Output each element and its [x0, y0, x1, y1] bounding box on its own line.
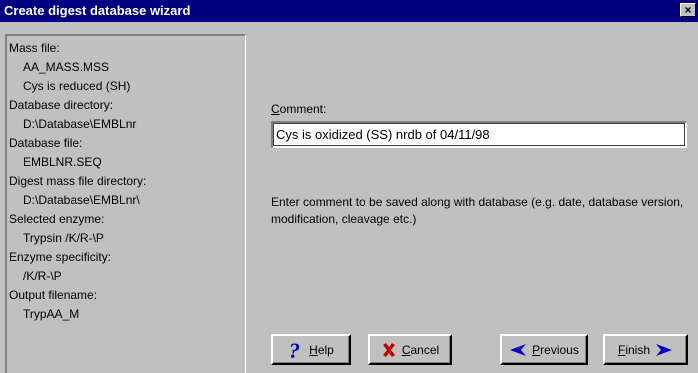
summary-value: EMBLNR.SEQ: [23, 155, 102, 169]
previous-button[interactable]: Previous: [500, 334, 588, 365]
summary-label: Output filename:: [9, 288, 98, 302]
summary-label: Mass file:: [9, 41, 60, 55]
summary-label: Digest mass file directory:: [9, 174, 147, 188]
summary-label: Enzyme specificity:: [9, 250, 112, 264]
cancel-x-icon: [382, 342, 395, 357]
summary-value: D:\Database\EMBLnr\: [23, 193, 140, 207]
cancel-button[interactable]: Cancel: [368, 334, 452, 365]
title-bar[interactable]: Create digest database wizard ×: [0, 0, 698, 22]
summary-value: Cys is reduced (SH): [23, 79, 131, 93]
comment-page: Comment: Cys is oxidized (SS) nrdb of 04…: [246, 34, 698, 373]
finish-button[interactable]: Finish: [603, 334, 688, 365]
summary-label: Database directory:: [9, 98, 114, 112]
arrow-left-icon: [510, 343, 527, 356]
comment-label-text: omment:: [279, 102, 327, 116]
close-icon: ×: [684, 3, 692, 17]
comment-label: Comment:: [271, 102, 326, 116]
summary-value: D:\Database\EMBLnr: [23, 117, 137, 131]
help-label: Help: [309, 342, 334, 357]
comment-hint: Enter comment to be saved along with dat…: [271, 195, 684, 226]
close-button[interactable]: ×: [680, 3, 696, 17]
finish-label: Finish: [617, 342, 651, 357]
summary-value: /K/R-\P: [23, 269, 62, 283]
previous-label: Previous: [532, 342, 579, 357]
svg-text:?: ?: [289, 340, 300, 360]
arrow-right-icon: [656, 343, 673, 356]
help-button[interactable]: ? Help: [271, 334, 351, 365]
wizard-window: Create digest database wizard × Mass fil…: [0, 0, 698, 373]
cancel-label: Cancel: [401, 342, 440, 357]
summary-value: Trypsin /K/R-\P: [23, 231, 104, 245]
summary-label: Selected enzyme:: [9, 212, 105, 226]
summary-value: TrypAA_M: [23, 307, 80, 321]
window-title: Create digest database wizard: [4, 3, 191, 18]
summary-value: AA_MASS.MSS: [23, 60, 110, 74]
help-icon: ?: [289, 340, 300, 360]
summary-label: Database file:: [9, 136, 83, 150]
comment-label-accelerator: C: [271, 102, 280, 116]
comment-input[interactable]: Cys is oxidized (SS) nrdb of 04/11/98: [271, 121, 687, 148]
summary-panel: Mass file: AA_MASS.MSS Cys is reduced (SH)…: [5, 34, 246, 373]
